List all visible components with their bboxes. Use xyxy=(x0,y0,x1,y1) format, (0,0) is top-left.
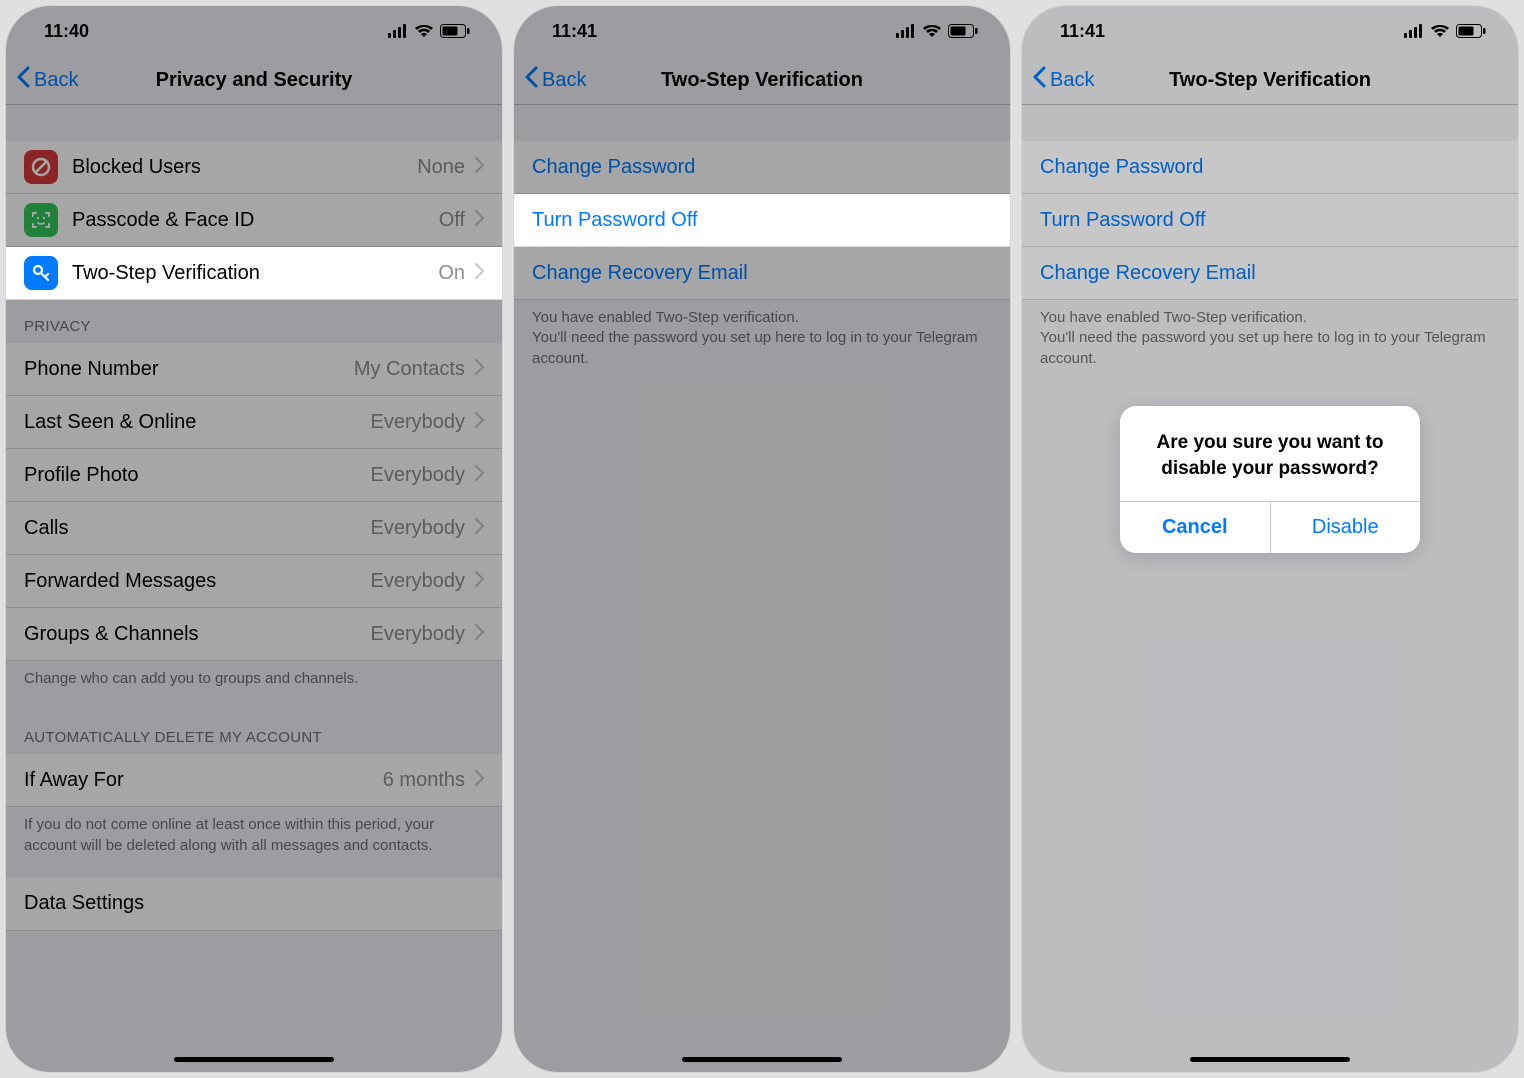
confirm-alert: Are you sure you want to disable your pa… xyxy=(1120,406,1420,553)
data-settings-row[interactable]: Data Settings xyxy=(6,878,502,931)
screenshot-1: 11:40 Back Privacy and Security Blocked xyxy=(6,6,502,1072)
row-label: Change Password xyxy=(532,156,992,179)
row-value: Off xyxy=(439,209,465,232)
row-label: Change Recovery Email xyxy=(532,262,992,285)
faceid-icon xyxy=(24,203,58,237)
cellular-icon xyxy=(896,24,916,38)
block-icon xyxy=(24,150,58,184)
groups-channels-row[interactable]: Groups & Channels Everybody xyxy=(6,608,502,661)
row-value: None xyxy=(417,156,465,179)
forwarded-messages-row[interactable]: Forwarded Messages Everybody xyxy=(6,555,502,608)
change-password-row[interactable]: Change Password xyxy=(514,141,1010,194)
row-label: Data Settings xyxy=(24,892,484,915)
row-value: On xyxy=(438,262,465,285)
screenshot-3: 11:41 Back Two-Step Verification Change … xyxy=(1022,6,1518,1072)
page-title: Privacy and Security xyxy=(6,69,502,92)
key-icon xyxy=(24,256,58,290)
chevron-right-icon xyxy=(475,358,484,381)
row-label: Last Seen & Online xyxy=(24,411,371,434)
battery-icon xyxy=(440,24,470,38)
chevron-right-icon xyxy=(475,769,484,792)
home-indicator[interactable] xyxy=(682,1057,842,1062)
change-recovery-email-row[interactable]: Change Recovery Email xyxy=(514,247,1010,300)
row-label: Turn Password Off xyxy=(532,209,992,232)
clock: 11:41 xyxy=(552,21,597,42)
chevron-right-icon xyxy=(475,156,484,179)
page-title: Two-Step Verification xyxy=(514,69,1010,92)
nav-bar: Back Two-Step Verification xyxy=(514,56,1010,105)
cellular-icon xyxy=(388,24,408,38)
status-bar: 11:40 xyxy=(6,6,502,56)
wifi-icon xyxy=(414,24,434,38)
row-value: 6 months xyxy=(383,769,465,792)
chevron-right-icon xyxy=(475,209,484,232)
nav-bar: Back Privacy and Security xyxy=(6,56,502,105)
disable-button[interactable]: Disable xyxy=(1271,502,1421,553)
phone-number-row[interactable]: Phone Number My Contacts xyxy=(6,343,502,396)
row-value: Everybody xyxy=(371,517,466,540)
row-label: Groups & Channels xyxy=(24,623,371,646)
clock: 11:40 xyxy=(44,21,89,42)
turn-password-off-row[interactable]: Turn Password Off xyxy=(514,194,1010,247)
row-label: Calls xyxy=(24,517,371,540)
chevron-right-icon xyxy=(475,517,484,540)
row-label: Passcode & Face ID xyxy=(72,209,439,232)
privacy-header: PRIVACY xyxy=(6,300,502,343)
chevron-right-icon xyxy=(475,262,484,285)
row-value: Everybody xyxy=(371,411,466,434)
calls-row[interactable]: Calls Everybody xyxy=(6,502,502,555)
row-label: Blocked Users xyxy=(72,156,417,179)
auto-delete-header: AUTOMATICALLY DELETE MY ACCOUNT xyxy=(6,711,502,754)
back-label: Back xyxy=(542,69,586,92)
row-value: Everybody xyxy=(371,623,466,646)
cancel-button[interactable]: Cancel xyxy=(1120,502,1271,553)
passcode-faceid-row[interactable]: Passcode & Face ID Off xyxy=(6,194,502,247)
chevron-right-icon xyxy=(475,464,484,487)
row-value: My Contacts xyxy=(354,358,465,381)
back-label: Back xyxy=(34,69,78,92)
twostep-footer: You have enabled Two-Step verification. … xyxy=(514,300,1010,391)
privacy-footer: Change who can add you to groups and cha… xyxy=(6,661,502,711)
two-step-verification-row[interactable]: Two-Step Verification On xyxy=(6,247,502,300)
chevron-left-icon xyxy=(16,66,30,94)
battery-icon xyxy=(948,24,978,38)
back-button[interactable]: Back xyxy=(16,66,78,94)
profile-photo-row[interactable]: Profile Photo Everybody xyxy=(6,449,502,502)
row-label: Profile Photo xyxy=(24,464,371,487)
blocked-users-row[interactable]: Blocked Users None xyxy=(6,141,502,194)
row-value: Everybody xyxy=(371,570,466,593)
back-button[interactable]: Back xyxy=(524,66,586,94)
row-label: If Away For xyxy=(24,769,383,792)
row-label: Phone Number xyxy=(24,358,354,381)
status-bar: 11:41 xyxy=(514,6,1010,56)
last-seen-row[interactable]: Last Seen & Online Everybody xyxy=(6,396,502,449)
screenshot-2: 11:41 Back Two-Step Verification Change … xyxy=(514,6,1010,1072)
home-indicator[interactable] xyxy=(174,1057,334,1062)
if-away-for-row[interactable]: If Away For 6 months xyxy=(6,754,502,807)
row-value: Everybody xyxy=(371,464,466,487)
auto-delete-footer: If you do not come online at least once … xyxy=(6,807,502,878)
alert-message: Are you sure you want to disable your pa… xyxy=(1120,406,1420,501)
row-label: Two-Step Verification xyxy=(72,262,438,285)
chevron-right-icon xyxy=(475,623,484,646)
chevron-right-icon xyxy=(475,411,484,434)
wifi-icon xyxy=(922,24,942,38)
chevron-left-icon xyxy=(524,66,538,94)
chevron-right-icon xyxy=(475,570,484,593)
row-label: Forwarded Messages xyxy=(24,570,371,593)
